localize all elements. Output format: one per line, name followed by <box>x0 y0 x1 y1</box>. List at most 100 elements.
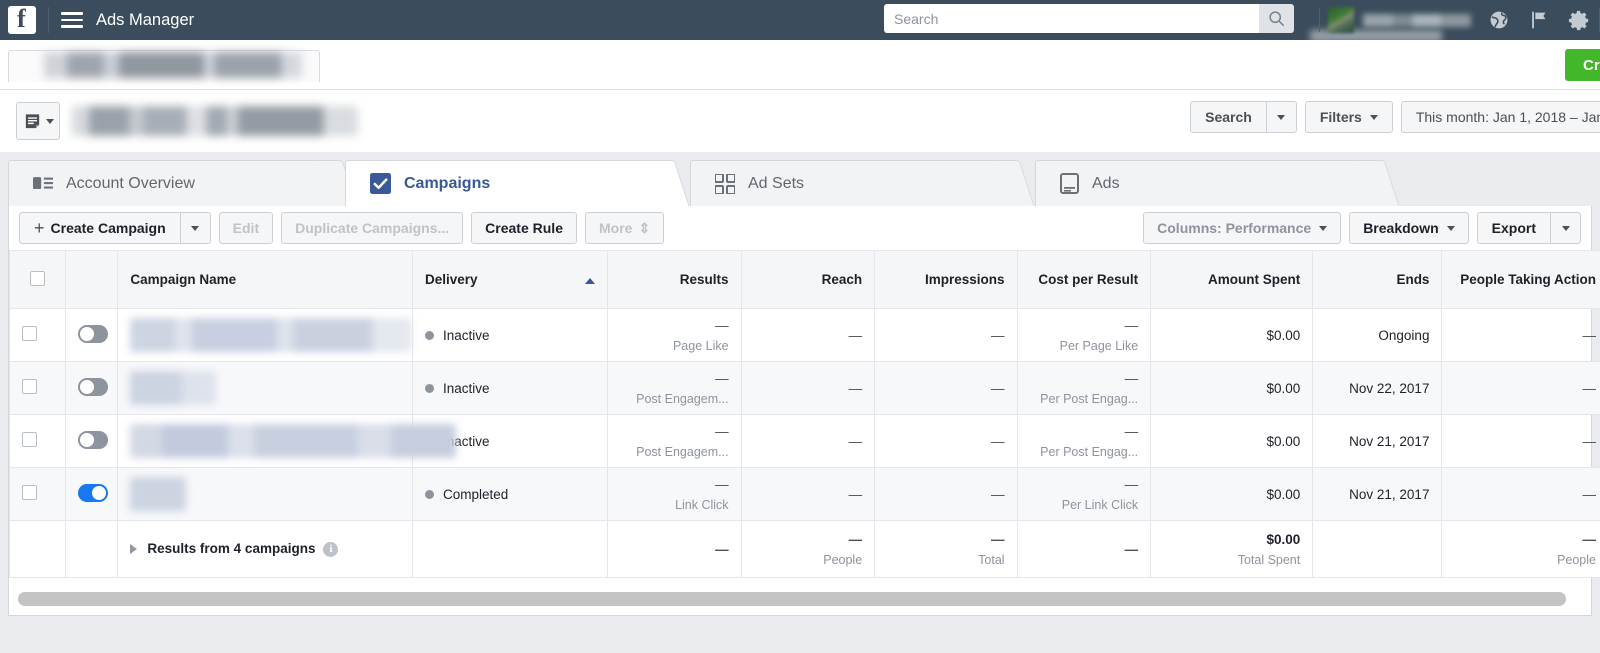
tab-ads[interactable]: Ads <box>1035 160 1400 206</box>
summary-results-cell: — <box>606 520 742 578</box>
results-cell: — Page Like <box>606 308 742 362</box>
search-filter-button[interactable]: Search <box>1190 101 1297 133</box>
account-tab-label-redacted <box>44 52 302 78</box>
campaign-status-toggle[interactable] <box>77 430 108 449</box>
header-results[interactable]: Results <box>606 250 742 309</box>
row-select-cell[interactable] <box>9 467 66 521</box>
filters-button[interactable]: Filters <box>1304 101 1393 133</box>
info-icon[interactable]: i <box>323 541 339 557</box>
globe-icon[interactable] <box>1479 0 1519 40</box>
horizontal-scrollbar[interactable] <box>18 592 1582 606</box>
delivery-cell: Inactive <box>412 308 608 362</box>
section-tabs: Account Overview Campaigns Ad Sets Ads <box>0 152 1600 206</box>
ads-frame-icon <box>1060 173 1079 194</box>
header-ends[interactable]: Ends <box>1312 250 1443 309</box>
breakdown-button[interactable]: Breakdown <box>1349 212 1469 244</box>
campaign-name-redacted <box>130 424 457 458</box>
adsets-grid-icon <box>715 173 735 194</box>
campaign-name-cell[interactable] <box>117 414 457 468</box>
campaigns-panel: + Create Campaign Edit Duplicate Campaig… <box>8 206 1600 616</box>
chevron-down-icon <box>45 118 54 124</box>
people-taking-action-cell: — <box>1441 414 1600 468</box>
flag-icon[interactable] <box>1519 0 1559 40</box>
select-all-checkbox[interactable] <box>29 270 45 286</box>
row-toggle-cell[interactable] <box>64 467 119 521</box>
campaign-status-toggle[interactable] <box>77 483 108 502</box>
search-icon <box>1269 11 1285 27</box>
plus-icon: + <box>34 217 45 238</box>
account-name-redacted <box>1363 13 1471 27</box>
scrollbar-thumb[interactable] <box>18 592 1567 606</box>
account-profile-button[interactable] <box>1320 0 1479 40</box>
summary-impressions-cell: — Total <box>874 520 1018 578</box>
status-badge: Completed <box>443 486 509 502</box>
table-row[interactable]: Inactive — Page Like — — — Per Page Like $… <box>9 308 1600 362</box>
table-row[interactable]: Inactive — Post Engagem... — — — Per Post … <box>9 414 1600 468</box>
row-checkbox[interactable] <box>22 432 37 447</box>
chevron-down-icon[interactable] <box>1265 102 1296 132</box>
campaigns-table-scroll[interactable]: Campaign Name Delivery Results Reach Imp… <box>9 250 1600 615</box>
expand-triangle-icon[interactable] <box>130 544 138 555</box>
row-checkbox[interactable] <box>22 326 37 341</box>
row-select-cell[interactable] <box>9 414 66 468</box>
campaign-name-cell[interactable] <box>117 308 414 362</box>
campaign-name-cell[interactable] <box>117 467 414 521</box>
ends-cell: Nov 21, 2017 <box>1312 467 1443 521</box>
header-delivery[interactable]: Delivery <box>412 250 608 309</box>
create-campaign-button[interactable]: + Create Campaign <box>19 212 211 244</box>
row-toggle-cell[interactable] <box>64 414 119 468</box>
hamburger-menu-icon[interactable] <box>61 12 83 28</box>
create-button[interactable]: Cre <box>1564 49 1600 81</box>
chevron-down-icon <box>1446 225 1455 231</box>
table-options: Columns: Performance Breakdown Export <box>1143 212 1581 244</box>
tab-account-overview[interactable]: Account Overview <box>8 160 358 206</box>
global-search[interactable] <box>884 4 1294 33</box>
account-menu-button[interactable] <box>16 102 60 140</box>
tab-ad-sets[interactable]: Ad Sets <box>690 160 1035 206</box>
table-row[interactable]: Inactive — Post Engagem... — — — Per Post … <box>9 361 1600 415</box>
amount-spent-cell: $0.00 <box>1150 308 1314 362</box>
search-submit-button[interactable] <box>1259 4 1294 33</box>
export-button[interactable]: Export <box>1476 212 1581 244</box>
summary-amount-spent-cell: $0.00 Total Spent <box>1150 520 1314 578</box>
tab-label: Campaigns <box>404 174 491 192</box>
header-people-taking-action[interactable]: People Taking Action <box>1441 250 1600 309</box>
campaign-status-toggle[interactable] <box>77 377 108 396</box>
header-campaign-name[interactable]: Campaign Name <box>117 250 414 309</box>
header-cost-per-result[interactable]: Cost per Result <box>1016 250 1152 309</box>
row-toggle-cell[interactable] <box>64 308 119 362</box>
row-select-cell[interactable] <box>9 361 66 415</box>
summary-label-cell[interactable]: Results from 4 campaigns i <box>117 520 414 578</box>
columns-button[interactable]: Columns: Performance <box>1143 212 1342 244</box>
row-checkbox[interactable] <box>22 379 37 394</box>
more-button[interactable]: More ⇕ <box>584 212 665 244</box>
tab-campaigns[interactable]: Campaigns <box>345 160 690 206</box>
duplicate-campaigns-button[interactable]: Duplicate Campaigns... <box>281 212 464 244</box>
campaign-status-toggle[interactable] <box>77 324 108 343</box>
results-cell: — Post Engagem... <box>606 361 742 415</box>
row-toggle-cell[interactable] <box>64 361 119 415</box>
facebook-logo-icon[interactable] <box>8 4 36 34</box>
impressions-cell: — <box>874 414 1018 468</box>
summary-label: Results from 4 campaigns <box>147 541 316 557</box>
avatar <box>1328 7 1354 33</box>
row-select-cell[interactable] <box>9 308 66 362</box>
gear-icon[interactable] <box>1559 0 1599 40</box>
updown-arrow-icon: ⇕ <box>638 219 651 236</box>
status-dot-icon <box>425 383 435 393</box>
row-checkbox[interactable] <box>22 485 37 500</box>
search-input[interactable] <box>884 4 1259 33</box>
nav-divider <box>48 7 49 33</box>
create-rule-button[interactable]: Create Rule <box>471 212 577 244</box>
header-reach[interactable]: Reach <box>740 250 876 309</box>
select-all-header[interactable] <box>9 250 66 309</box>
reach-cell: — <box>740 414 876 468</box>
campaign-name-cell[interactable] <box>117 361 414 415</box>
edit-button[interactable]: Edit <box>218 212 274 244</box>
date-range-picker[interactable]: This month: Jan 1, 2018 – Jan 22, 20 <box>1400 101 1600 133</box>
header-impressions[interactable]: Impressions <box>874 250 1018 309</box>
chevron-down-icon[interactable] <box>179 213 210 243</box>
header-amount-spent[interactable]: Amount Spent <box>1150 250 1314 309</box>
table-row[interactable]: Completed — Link Click — — — Per Link Clic… <box>9 467 1600 521</box>
chevron-down-icon[interactable] <box>1550 213 1580 243</box>
